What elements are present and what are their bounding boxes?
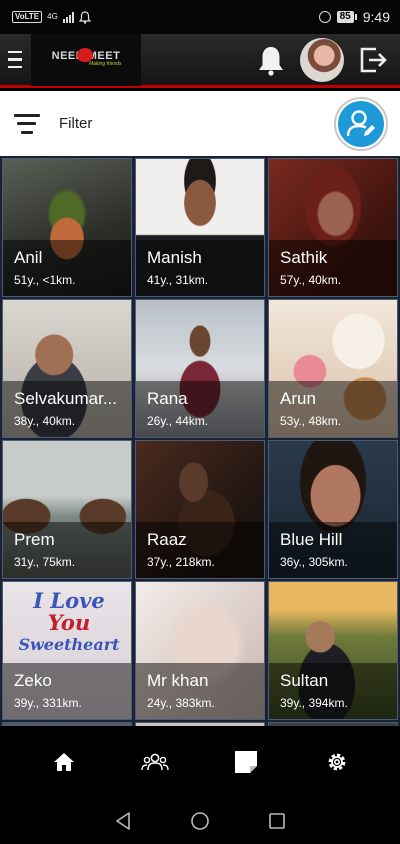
status-left: VoLTE 4G	[12, 10, 91, 24]
profile-name: Sultan	[280, 671, 329, 690]
profile-card[interactable]: Sathik 57y., 40km.	[268, 158, 398, 297]
status-right: 85 9:49	[318, 9, 390, 25]
profile-name: Mr khan	[147, 671, 209, 690]
profile-info: Prem 31y., 75km.	[3, 522, 131, 578]
avatar[interactable]	[300, 37, 344, 82]
profile-meta: 41y., 31km.	[147, 273, 209, 287]
signal-icon	[62, 11, 74, 23]
bell-icon[interactable]	[254, 43, 288, 77]
profile-name: Anil	[14, 248, 43, 267]
profile-info: Mr khan 24y., 383km.	[136, 663, 264, 719]
profile-info: Arun 53y., 48km.	[269, 381, 397, 437]
header-actions	[254, 37, 400, 82]
system-nav	[0, 798, 400, 844]
logo-heart-icon	[77, 47, 93, 62]
filter-label[interactable]: Filter	[59, 115, 92, 132]
profile-info: Rana 26y., 44km.	[136, 381, 264, 437]
profile-card[interactable]: Selvakumar... 38y., 40km.	[2, 299, 132, 438]
profile-meta: 38y., 40km.	[14, 414, 76, 428]
profile-meta: 36y., 305km.	[280, 555, 348, 569]
app-logo[interactable]: NEED MEET Making friends	[31, 33, 141, 86]
home-icon[interactable]	[44, 742, 84, 782]
home-circle-icon[interactable]	[185, 806, 215, 836]
zeko-text-line: You	[47, 610, 91, 635]
profile-info: Sultan 39y., 394km.	[269, 663, 397, 719]
profile-card[interactable]: Manish 41y., 31km.	[135, 158, 265, 297]
filter-bar: Filter	[0, 91, 400, 156]
profile-grid: Anil 51y., <1km. Manish 41y., 31km. Sath…	[0, 156, 400, 726]
profile-info: Anil 51y., <1km.	[3, 240, 131, 296]
battery-indicator: 85	[336, 11, 357, 23]
profile-card[interactable]: Mr khan 24y., 383km.	[135, 581, 265, 720]
profile-name: Raaz	[147, 530, 187, 549]
alarm-icon	[318, 11, 331, 23]
status-bar: VoLTE 4G 85 9:49	[0, 0, 400, 34]
network-type: 4G	[47, 12, 58, 21]
notification-bell-icon	[78, 10, 91, 24]
profile-card[interactable]: Sultan 39y., 394km.	[268, 581, 398, 720]
profile-name: Selvakumar...	[14, 389, 117, 408]
profile-info: Manish 41y., 31km.	[136, 240, 264, 296]
logo-tagline: Making friends	[89, 60, 122, 67]
profile-info: Zeko 39y., 331km.	[3, 663, 131, 719]
profile-card[interactable]: Rana 26y., 44km.	[135, 299, 265, 438]
profile-card[interactable]: Arun 53y., 48km.	[268, 299, 398, 438]
profile-meta: 26y., 44km.	[147, 414, 209, 428]
edit-profile-icon	[338, 100, 384, 147]
filter-icon[interactable]	[14, 113, 40, 134]
profile-card[interactable]: Raaz 37y., 218km.	[135, 440, 265, 579]
profile-meta: 37y., 218km.	[147, 555, 215, 569]
profile-name: Rana	[147, 389, 188, 408]
edit-profile-button[interactable]	[334, 96, 388, 151]
profile-name: Zeko	[14, 671, 52, 690]
profile-info: Raaz 37y., 218km.	[136, 522, 264, 578]
profile-meta: 57y., 40km.	[280, 273, 342, 287]
profile-name: Manish	[147, 248, 202, 267]
profile-meta: 39y., 331km.	[14, 696, 82, 710]
profile-name: Blue Hill	[280, 530, 343, 549]
profile-meta: 53y., 48km.	[280, 414, 342, 428]
profile-info: Blue Hill 36y., 305km.	[269, 522, 397, 578]
logout-icon[interactable]	[356, 43, 390, 77]
pages-icon[interactable]	[226, 742, 266, 782]
profile-card[interactable]: Prem 31y., 75km.	[2, 440, 132, 579]
profile-meta: 31y., 75km.	[14, 555, 76, 569]
profile-card[interactable]: I Love You Sweetheart Zeko 39y., 331km.	[2, 581, 132, 720]
profile-info: Selvakumar... 38y., 40km.	[3, 381, 131, 437]
profile-card[interactable]: Anil 51y., <1km.	[2, 158, 132, 297]
zeko-photo-text: I Love You Sweetheart	[7, 590, 131, 656]
profile-card[interactable]: Blue Hill 36y., 305km.	[268, 440, 398, 579]
volte-badge: VoLTE	[12, 11, 43, 23]
back-icon[interactable]	[108, 806, 138, 836]
clock: 9:49	[362, 9, 390, 25]
app-header: NEED MEET Making friends	[0, 33, 400, 88]
profile-name: Sathik	[280, 248, 328, 267]
zeko-text-line: I Love	[33, 588, 105, 613]
zeko-text-line: Sweetheart	[18, 635, 120, 654]
profile-meta: 39y., 394km.	[280, 696, 348, 710]
profile-meta: 24y., 383km.	[147, 696, 215, 710]
settings-icon[interactable]	[317, 742, 357, 782]
bottom-nav	[0, 726, 400, 798]
profile-name: Prem	[14, 530, 55, 549]
profile-info: Sathik 57y., 40km.	[269, 240, 397, 296]
people-icon[interactable]	[135, 742, 175, 782]
recents-icon[interactable]	[262, 806, 292, 836]
profile-meta: 51y., <1km.	[14, 273, 76, 287]
menu-icon[interactable]	[0, 33, 30, 87]
profile-name: Arun	[280, 389, 316, 408]
